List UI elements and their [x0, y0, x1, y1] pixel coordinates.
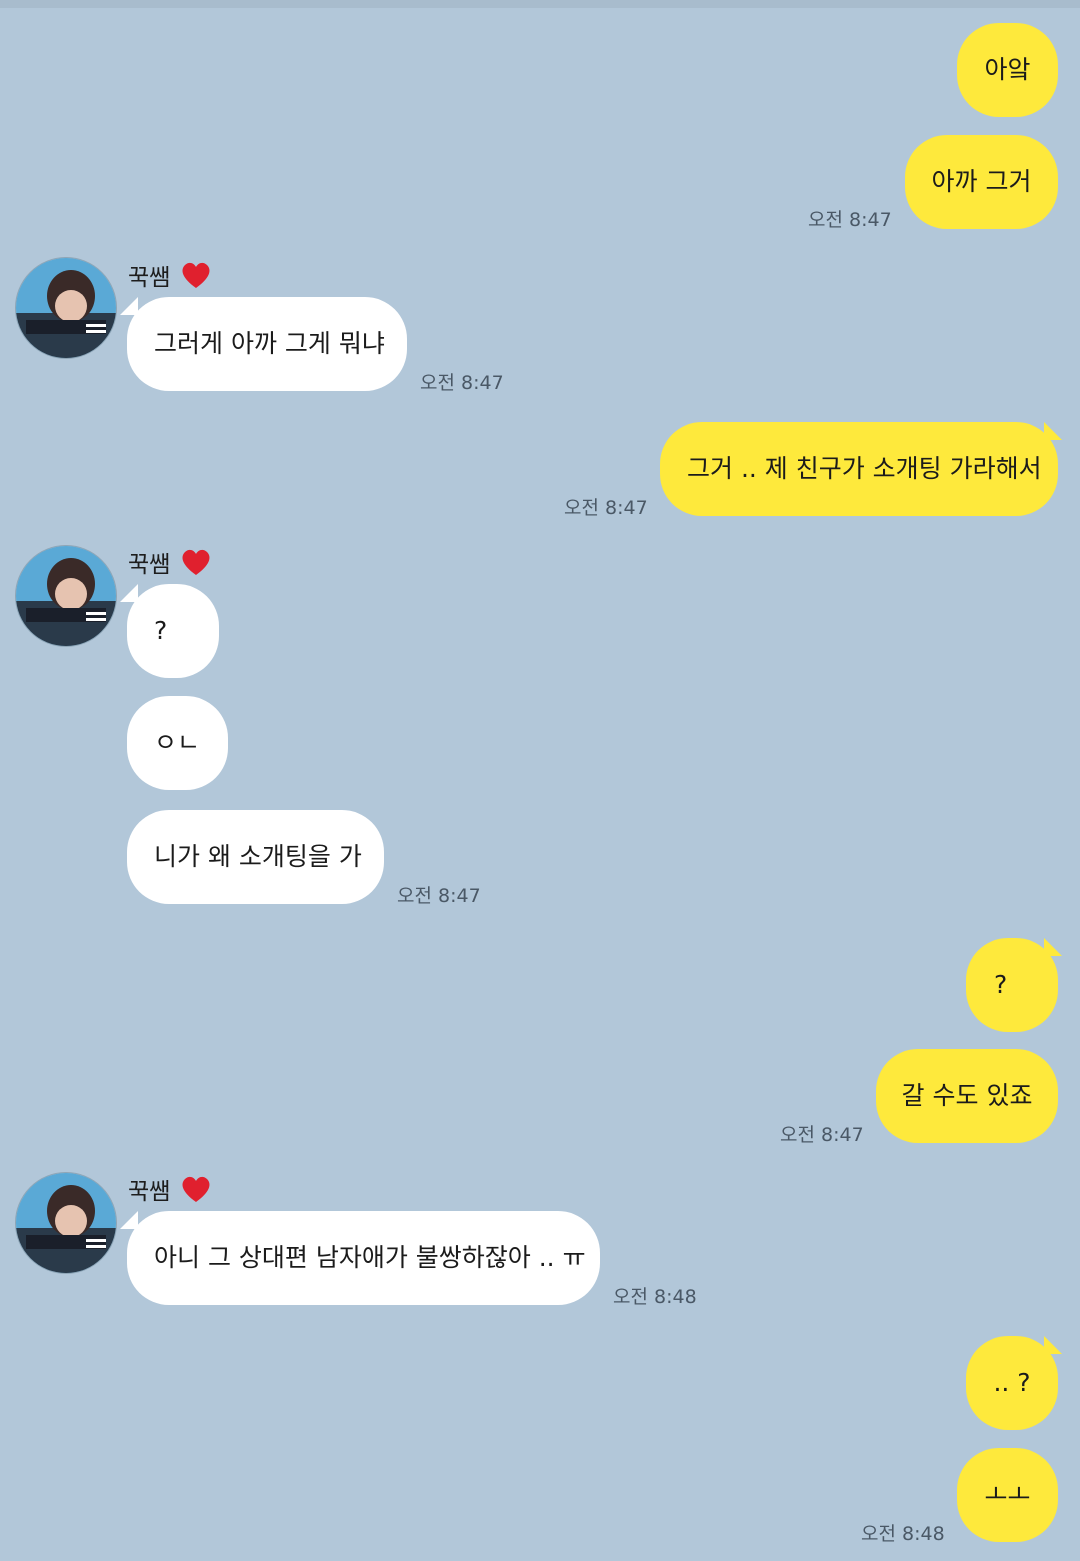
contact-avatar[interactable] — [15, 545, 117, 647]
my-message-bubble[interactable]: 갈 수도 있죠 — [876, 1049, 1058, 1143]
message-time: 오전 8:47 — [564, 497, 648, 519]
my-message-bubble[interactable]: .. ? — [966, 1336, 1058, 1430]
their-message-bubble[interactable]: 아니 그 상대편 남자애가 불쌍하잖아 .. ㅠ — [127, 1211, 600, 1305]
heart-icon — [182, 262, 210, 288]
message-time: 오전 8:47 — [780, 1124, 864, 1146]
avatar-photo — [16, 258, 116, 358]
contact-name: 꾹쌤 — [128, 1179, 171, 1205]
avatar-photo — [16, 546, 116, 646]
message-time: 오전 8:47 — [808, 209, 892, 231]
their-message-bubble[interactable]: ㅇㄴ — [127, 696, 228, 790]
their-message-bubble[interactable]: ? — [127, 584, 219, 678]
heart-icon — [182, 549, 210, 575]
my-message-bubble[interactable]: 아앜 — [957, 23, 1058, 117]
message-time: 오전 8:47 — [397, 885, 481, 907]
my-message-bubble[interactable]: ? — [966, 938, 1058, 1032]
contact-name: 꾹쌤 — [128, 552, 171, 578]
avatar-photo — [16, 1173, 116, 1273]
heart-icon — [182, 1176, 210, 1202]
my-message-bubble[interactable]: ㅗㅗ — [957, 1448, 1058, 1542]
their-message-bubble[interactable]: 니가 왜 소개팅을 가 — [127, 810, 384, 904]
their-message-bubble[interactable]: 그러게 아까 그게 뭐냐 — [127, 297, 407, 391]
contact-name: 꾹쌤 — [128, 265, 171, 291]
message-time: 오전 8:48 — [613, 1286, 697, 1308]
my-message-bubble[interactable]: 그거 .. 제 친구가 소개팅 가라해서 — [660, 422, 1058, 516]
contact-avatar[interactable] — [15, 1172, 117, 1274]
my-message-bubble[interactable]: 아까 그거 — [905, 135, 1058, 229]
message-time: 오전 8:48 — [861, 1523, 945, 1545]
message-time: 오전 8:47 — [420, 372, 504, 394]
contact-avatar[interactable] — [15, 257, 117, 359]
status-bar-edge — [0, 0, 1080, 8]
